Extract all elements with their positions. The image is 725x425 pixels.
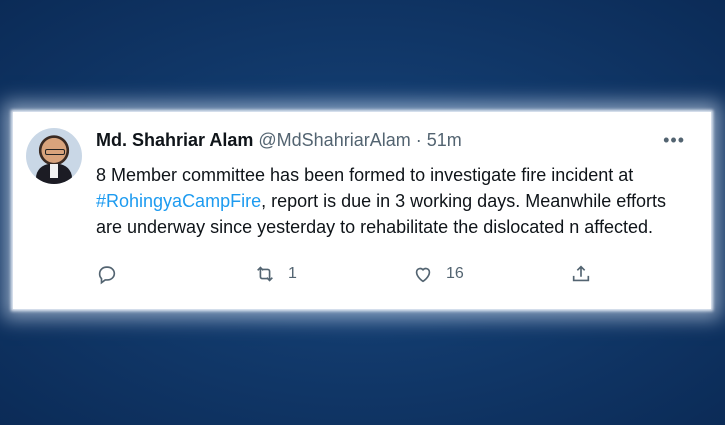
avatar-glasses xyxy=(45,149,65,155)
tweet-text-part1: 8 Member committee has been formed to in… xyxy=(96,165,634,185)
separator: · xyxy=(415,130,422,150)
avatar-collar xyxy=(50,164,58,178)
like-button[interactable]: 16 xyxy=(412,260,464,288)
like-icon xyxy=(415,267,431,283)
tweet-card[interactable]: Md. Shahriar Alam @MdShahriarAlam · 51m … xyxy=(13,112,711,309)
author-name[interactable]: Md. Shahriar Alam xyxy=(96,130,253,150)
share-icon xyxy=(572,265,590,282)
more-icon[interactable]: ••• xyxy=(663,130,685,151)
reply-icon xyxy=(98,266,116,285)
tweet-header: Md. Shahriar Alam @MdShahriarAlam · 51m xyxy=(96,130,462,151)
author-handle[interactable]: @MdShahriarAlam xyxy=(258,130,410,150)
reply-button[interactable] xyxy=(96,260,130,288)
retweet-count: 1 xyxy=(288,265,297,282)
share-button[interactable] xyxy=(570,260,592,288)
retweet-button[interactable]: 1 xyxy=(254,260,297,288)
tweet-time[interactable]: 51m xyxy=(427,130,462,150)
avatar[interactable] xyxy=(26,128,82,184)
tweet-text: 8 Member committee has been formed to in… xyxy=(96,162,696,240)
like-count: 16 xyxy=(446,265,464,282)
tweet-actions: 1 16 xyxy=(96,260,616,288)
hashtag-link[interactable]: #RohingyaCampFire xyxy=(96,191,261,211)
retweet-icon xyxy=(257,266,273,282)
